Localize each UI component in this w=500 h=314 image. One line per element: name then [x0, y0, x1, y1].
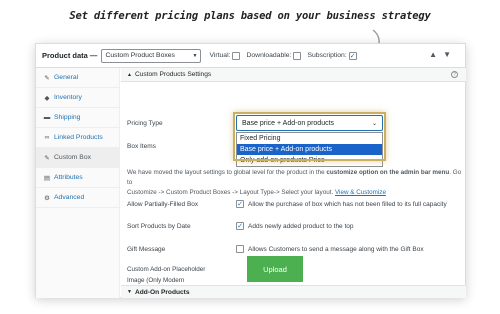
- sidebar-item-advanced[interactable]: ⚙ Advanced: [36, 188, 119, 208]
- sort-by-date-label: Sort Products by Date: [127, 223, 191, 230]
- sidebar-item-linked-products[interactable]: ∞ Linked Products: [36, 128, 119, 148]
- sidebar-item-label: General: [54, 74, 79, 81]
- pricing-type-label: Pricing Type: [127, 120, 163, 127]
- product-data-title: Product data —: [42, 51, 98, 60]
- sort-by-date-checkbox[interactable]: ✓: [236, 222, 244, 230]
- section-title: Custom Products Settings: [134, 71, 212, 78]
- sidebar-item-label: Attributes: [54, 174, 83, 181]
- virtual-checkbox[interactable]: [232, 51, 241, 60]
- move-down-icon[interactable]: ▼: [443, 50, 457, 59]
- sidebar-item-label: Inventory: [54, 94, 82, 101]
- sort-by-date-option[interactable]: ✓ Adds newly added product to the top: [236, 222, 354, 230]
- gift-message-text: Allows Customers to send a message along…: [248, 245, 424, 253]
- pricing-type-value: Base price + Add-on products: [242, 119, 335, 127]
- downloadable-checkbox[interactable]: [293, 51, 302, 60]
- list-icon: ▤: [43, 174, 51, 182]
- sidebar-item-shipping[interactable]: ▬ Shipping: [36, 108, 119, 128]
- product-data-tabs: ✎ General ◆ Inventory ▬ Shipping ∞ Linke…: [36, 68, 120, 298]
- notice-bold: customize option on the admin bar menu: [326, 169, 450, 176]
- virtual-option[interactable]: Virtual:: [209, 51, 241, 60]
- move-up-icon[interactable]: ▲: [429, 50, 443, 59]
- custom-box-content: ▲ Custom Products Settings ? Pricing Typ…: [121, 68, 466, 298]
- virtual-label: Virtual:: [209, 52, 231, 59]
- sidebar-item-label: Shipping: [54, 114, 81, 121]
- addon-products-header[interactable]: ▼ Add-On Products: [121, 285, 466, 298]
- wrench-icon: ✎: [44, 74, 50, 82]
- sidebar-item-label: Linked Products: [54, 134, 103, 141]
- panel-move-controls: ▲▼: [429, 50, 457, 59]
- option-fixed-pricing[interactable]: Fixed Pricing: [237, 133, 382, 144]
- subscription-checkbox[interactable]: ✓: [348, 51, 357, 60]
- collapse-triangle-icon: ▲: [127, 71, 132, 78]
- tag-icon: ◆: [44, 94, 50, 102]
- subscription-label: Subscription:: [307, 52, 347, 59]
- product-data-panel: Product data — Custom Product Boxes ▼ Vi…: [35, 43, 466, 298]
- downloadable-label: Downloadable:: [246, 52, 292, 59]
- gift-message-checkbox[interactable]: [236, 245, 244, 253]
- notice-path: Customize -> Custom Product Boxes -> Lay…: [127, 189, 334, 196]
- product-type-select[interactable]: Custom Product Boxes ▼: [101, 48, 202, 63]
- sidebar-item-custom-box[interactable]: ✎ Custom Box: [36, 148, 119, 168]
- option-addon-only[interactable]: Only add-on products Price: [237, 155, 382, 166]
- notice-text-start: We have moved the layout settings to glo…: [127, 169, 325, 176]
- view-customize-link[interactable]: View & Customize: [335, 189, 386, 196]
- gift-message-label: Gift Message: [127, 246, 166, 253]
- gear-icon: ⚙: [44, 194, 50, 202]
- sort-by-date-text: Adds newly added product to the top: [248, 222, 354, 230]
- product-type-value: Custom Product Boxes: [105, 52, 175, 59]
- sidebar-item-general[interactable]: ✎ General: [36, 68, 119, 88]
- sidebar-item-attributes[interactable]: ▤ Attributes: [36, 168, 119, 188]
- expand-triangle-icon: ▼: [127, 289, 132, 295]
- option-base-plus-addon[interactable]: Base price + Add-on products: [237, 144, 382, 155]
- wrench-icon: ✎: [44, 154, 50, 162]
- layout-notice: We have moved the layout settings to glo…: [127, 168, 463, 198]
- link-icon: ∞: [44, 134, 50, 141]
- gift-message-option[interactable]: Allows Customers to send a message along…: [236, 245, 424, 253]
- sidebar-item-label: Advanced: [54, 194, 85, 201]
- banner-caption: Set different pricing plans based on you…: [69, 10, 431, 22]
- product-data-header: Product data — Custom Product Boxes ▼ Vi…: [36, 44, 465, 68]
- help-icon[interactable]: ?: [451, 71, 458, 78]
- partial-box-label: Allow Partially-Filled Box: [127, 201, 199, 208]
- addon-products-title: Add-On Products: [134, 288, 190, 296]
- truck-icon: ▬: [43, 114, 51, 121]
- partial-box-checkbox[interactable]: ✓: [236, 200, 244, 208]
- box-items-label: Box Items: [127, 143, 156, 150]
- downloadable-option[interactable]: Downloadable:: [246, 51, 302, 60]
- partial-box-option[interactable]: ✓ Allow the purchase of box which has no…: [236, 200, 447, 208]
- partial-box-text: Allow the purchase of box which has not …: [248, 200, 447, 208]
- pricing-type-select[interactable]: Base price + Add-on products ⌄: [236, 115, 383, 131]
- sidebar-item-inventory[interactable]: ◆ Inventory: [36, 88, 119, 108]
- pricing-type-dropdown: Fixed Pricing Base price + Add-on produc…: [236, 132, 383, 167]
- chevron-down-icon: ⌄: [371, 120, 377, 127]
- subscription-option[interactable]: Subscription: ✓: [307, 51, 357, 60]
- upload-button[interactable]: Upload: [247, 256, 303, 282]
- section-header[interactable]: ▲ Custom Products Settings ?: [121, 68, 466, 82]
- chevron-down-icon: ▼: [192, 52, 198, 59]
- sidebar-item-label: Custom Box: [54, 154, 92, 161]
